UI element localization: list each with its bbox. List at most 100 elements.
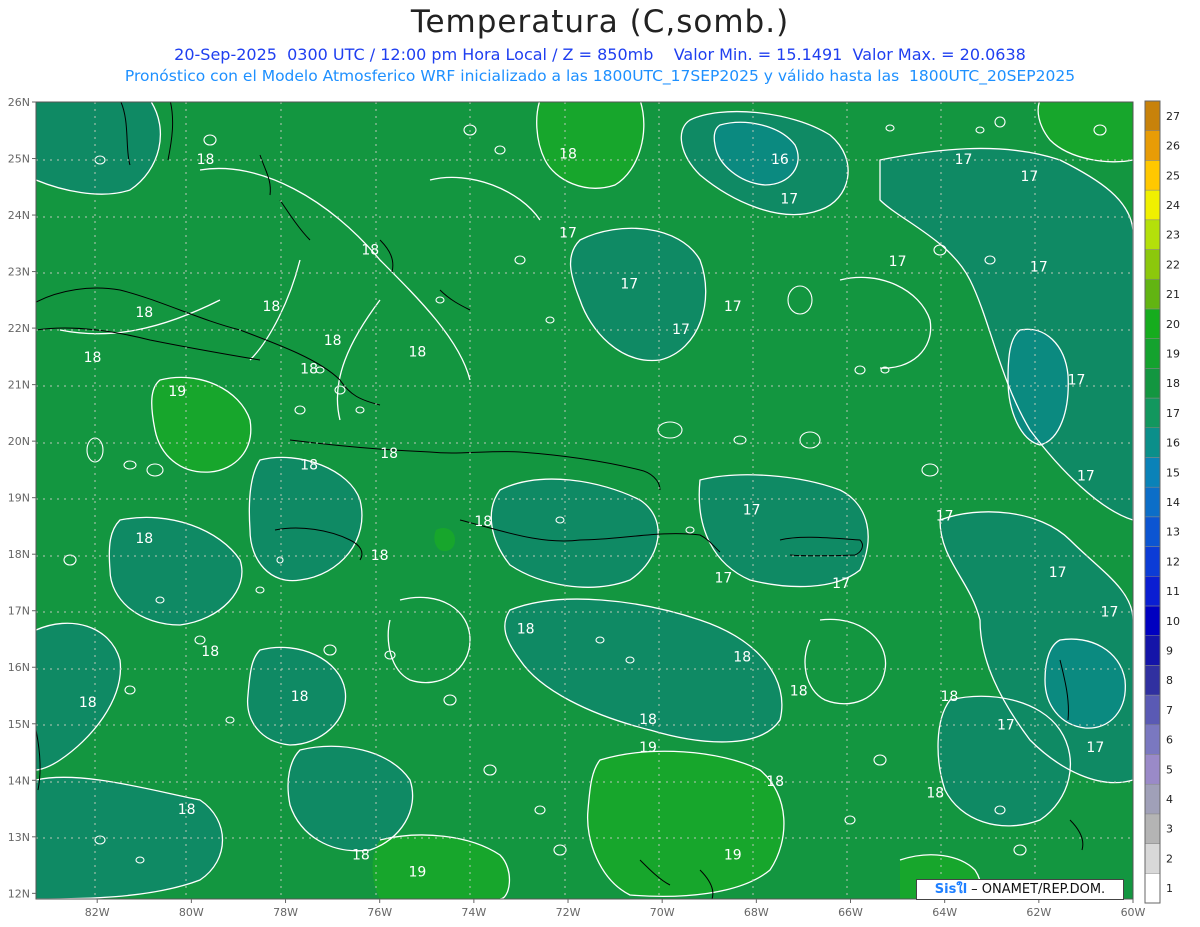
colorbar-label: 15 xyxy=(1166,466,1180,479)
contour-label: 18 xyxy=(79,695,97,711)
colorbar-label: 3 xyxy=(1166,823,1173,836)
lon-label: 82W xyxy=(85,906,110,919)
credit-box: Sisใl – ONAMET/REP.DOM. xyxy=(916,879,1124,900)
colorbar-swatch xyxy=(1144,873,1161,904)
colorbar-label: 4 xyxy=(1166,793,1173,806)
colorbar-label: 12 xyxy=(1166,555,1180,568)
colorbar-swatch xyxy=(1144,160,1161,191)
colorbar-label: 5 xyxy=(1166,763,1173,776)
lat-label: 23N xyxy=(8,266,30,279)
colorbar-swatch xyxy=(1144,635,1161,666)
lat-label: 22N xyxy=(8,322,30,335)
lon-label: 62W xyxy=(1026,906,1051,919)
valid-time-line: 20-Sep-2025 0300 UTC / 12:00 pm Hora Loc… xyxy=(174,45,1026,64)
colorbar-label: 26 xyxy=(1166,140,1180,153)
contour-label: 18 xyxy=(940,689,958,705)
contour-label: 17 xyxy=(1021,169,1039,185)
lon-label: 68W xyxy=(744,906,769,919)
colorbar-swatch xyxy=(1144,546,1161,577)
contour-label: 18 xyxy=(324,333,342,349)
colorbar-label: 13 xyxy=(1166,526,1180,539)
colorbar-label: 11 xyxy=(1166,585,1180,598)
colorbar-swatch xyxy=(1144,219,1161,250)
colorbar-label: 18 xyxy=(1166,377,1180,390)
contour-label: 17 xyxy=(1068,373,1086,389)
colorbar-label: 10 xyxy=(1166,615,1180,628)
contour-label: 17 xyxy=(672,322,690,338)
contour-label: 18 xyxy=(135,531,153,547)
colorbar-swatch xyxy=(1144,486,1161,518)
contour-label: 18 xyxy=(766,774,784,790)
colorbar-swatch xyxy=(1144,249,1161,280)
contour-label: 18 xyxy=(733,650,751,666)
lon-label: 64W xyxy=(932,906,957,919)
contour-label: 17 xyxy=(936,508,954,524)
lat-label: 15N xyxy=(8,718,30,731)
colorbar-swatch xyxy=(1144,189,1161,221)
lat-label: 13N xyxy=(8,831,30,844)
colorbar-label: 17 xyxy=(1166,407,1180,420)
colorbar-label: 20 xyxy=(1166,318,1180,331)
contour-label: 18 xyxy=(408,344,426,360)
credit-text: – ONAMET/REP.DOM. xyxy=(971,882,1106,897)
contour-label: 17 xyxy=(780,192,798,208)
colorbar-swatch xyxy=(1144,427,1161,458)
contour-label: 17 xyxy=(724,299,742,315)
contour-label: 18 xyxy=(639,712,657,728)
contour-label: 18 xyxy=(361,243,379,259)
contour-label: 18 xyxy=(262,299,280,315)
colorbar-swatch xyxy=(1144,516,1161,547)
contour-label: 17 xyxy=(559,226,577,242)
colorbar-label: 23 xyxy=(1166,229,1180,242)
colorbar-label: 6 xyxy=(1166,734,1173,747)
contour-label: 18 xyxy=(380,446,398,462)
lat-label: 14N xyxy=(8,774,30,787)
colorbar-swatch xyxy=(1144,605,1161,636)
contour-label: 18 xyxy=(371,548,389,564)
colorbar-swatch xyxy=(1144,397,1161,428)
contour-label: 16 xyxy=(771,152,789,168)
map-title: Temperatura (C,somb.) xyxy=(410,4,790,40)
colorbar-swatch xyxy=(1144,694,1161,726)
lat-label: 20N xyxy=(8,435,30,448)
contour-label: 18 xyxy=(790,684,808,700)
lat-label: 24N xyxy=(8,209,30,222)
lat-label: 17N xyxy=(8,605,30,618)
lon-label: 70W xyxy=(650,906,675,919)
contour-label: 19 xyxy=(724,847,742,863)
contour-label: 19 xyxy=(639,740,657,756)
contour-label: 17 xyxy=(889,254,907,270)
colorbar-swatch xyxy=(1144,100,1161,131)
colorbar-swatch xyxy=(1144,724,1161,755)
colorbar-swatch xyxy=(1144,278,1161,310)
contour-label: 18 xyxy=(178,802,196,818)
contour-label: 17 xyxy=(743,503,761,519)
colorbar-swatch xyxy=(1144,843,1161,874)
colorbar-swatch xyxy=(1144,754,1161,785)
temperature-map: 18181818181818181918181818181818 18181817… xyxy=(8,96,1180,919)
contour-label: 17 xyxy=(997,717,1015,733)
lon-label: 72W xyxy=(556,906,581,919)
contour-label: 17 xyxy=(620,277,638,293)
contour-label: 18 xyxy=(352,847,370,863)
lon-label: 74W xyxy=(461,906,486,919)
colorbar-swatch xyxy=(1144,576,1161,607)
model-info-line: Pronóstico con el Modelo Atmosferico WRF… xyxy=(124,67,1076,85)
contour-label: 18 xyxy=(926,785,944,801)
contour-label: 18 xyxy=(201,644,219,660)
colorbar-label: 7 xyxy=(1166,704,1173,717)
colorbar-label: 24 xyxy=(1166,199,1180,212)
lat-label: 26N xyxy=(8,96,30,109)
contour-label: 17 xyxy=(714,570,732,586)
contour-label: 18 xyxy=(474,514,492,530)
colorbar-swatch xyxy=(1144,665,1161,696)
contour-label: 18 xyxy=(197,152,215,168)
contour-label: 17 xyxy=(1049,565,1067,581)
lon-label: 60W xyxy=(1121,906,1146,919)
colorbar-label: 16 xyxy=(1166,437,1180,450)
colorbar-swatch xyxy=(1144,368,1161,399)
colorbar-label: 1 xyxy=(1166,882,1173,895)
colorbar-swatch xyxy=(1144,783,1161,815)
longitude-axis: 82W 80W 78W 76W 74W 72W 70W 68W 66W 64W 62W 60W xyxy=(85,899,1146,919)
lat-label: 18N xyxy=(8,548,30,561)
